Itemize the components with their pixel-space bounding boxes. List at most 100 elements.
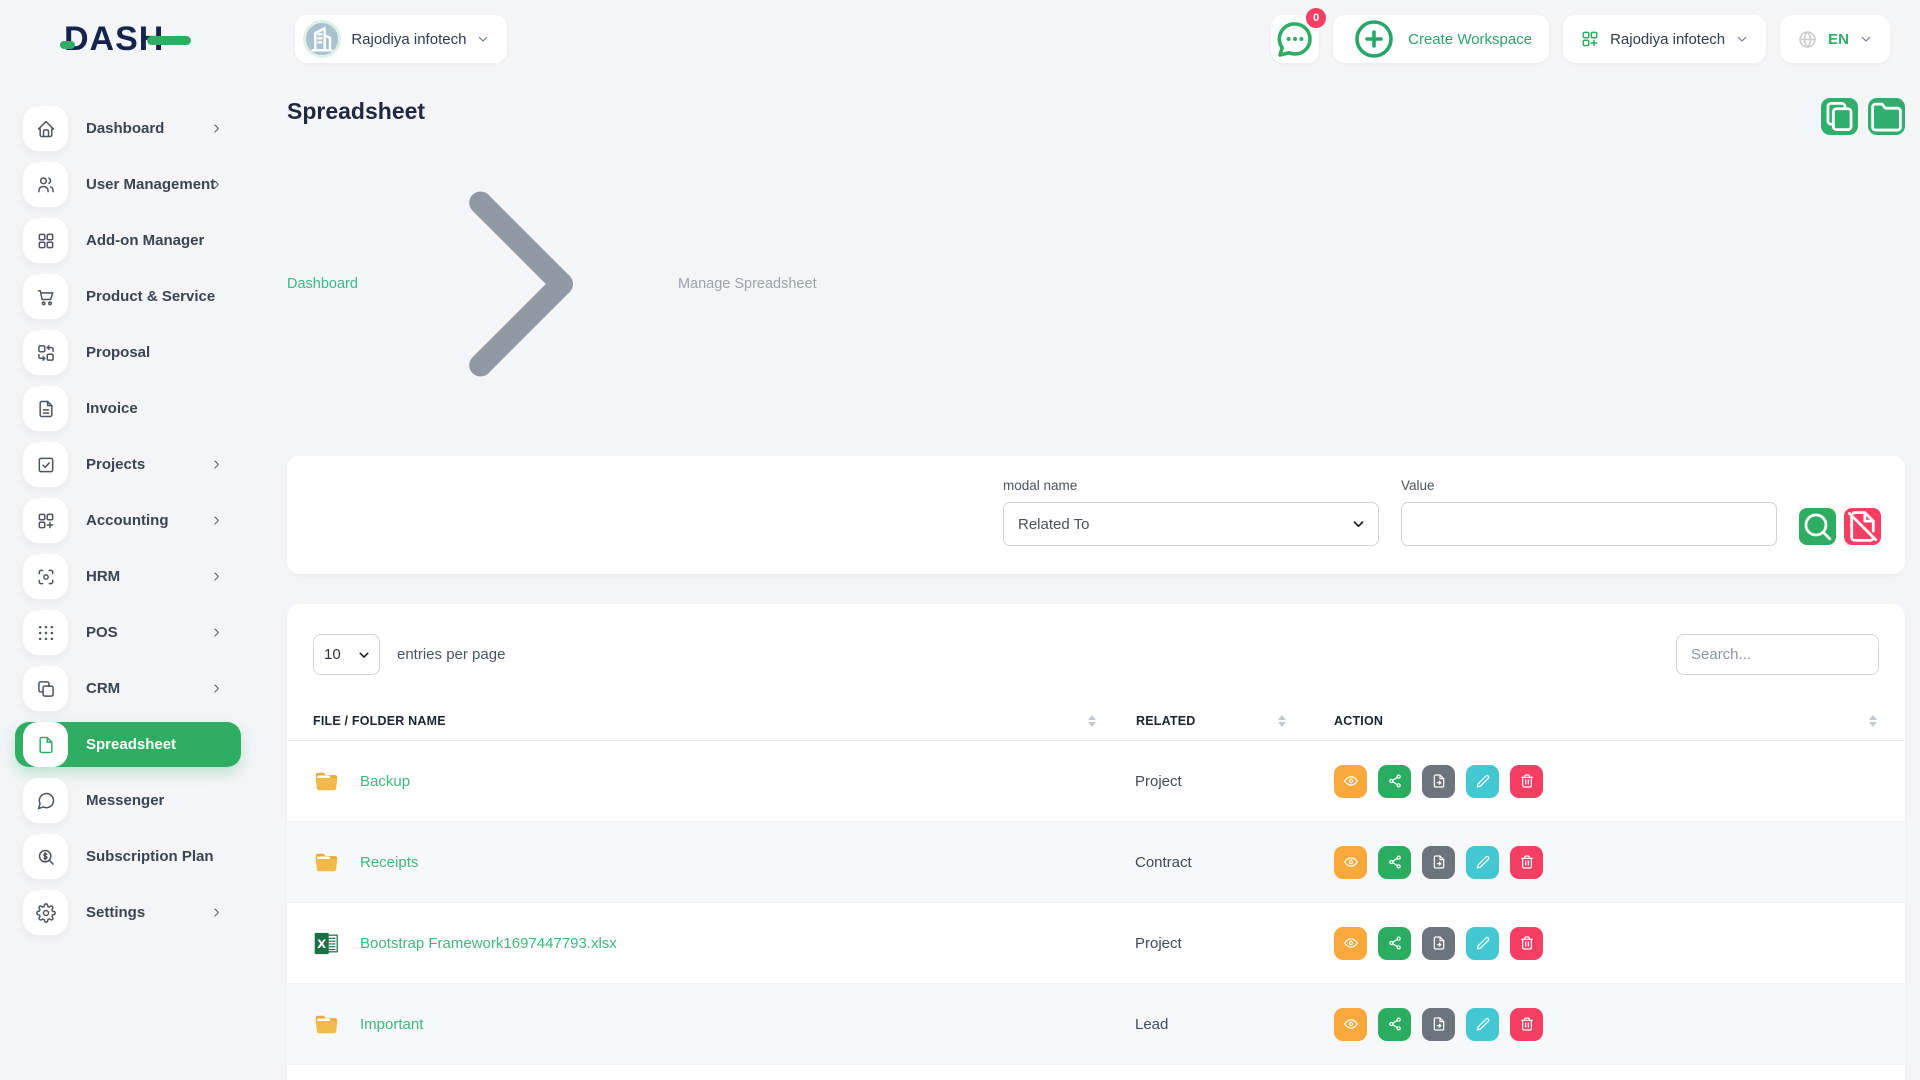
delete-action-button[interactable]: [1510, 927, 1543, 960]
related-cell: Lead: [1110, 1016, 1300, 1033]
view-action-button[interactable]: [1334, 1008, 1367, 1041]
excel-file-icon: X: [313, 930, 340, 957]
export-action-button[interactable]: [1422, 927, 1455, 960]
view-action-button[interactable]: [1334, 927, 1367, 960]
dots-grid-icon: [23, 610, 68, 655]
spreadsheet-table-card: 10 entries per page FILE / FOLDER NAME R…: [287, 604, 1905, 1080]
delete-action-button[interactable]: [1510, 1008, 1543, 1041]
chevron-down-icon: [476, 32, 490, 46]
folder-icon: [313, 768, 340, 795]
export-action-button[interactable]: [1422, 846, 1455, 879]
chevron-right-icon: [210, 906, 223, 919]
value-label: Value: [1401, 478, 1777, 493]
export-action-button[interactable]: [1422, 1008, 1455, 1041]
file-text-icon: [23, 386, 68, 431]
filter-reset-button[interactable]: [1844, 508, 1881, 545]
sidebar-item-product-service[interactable]: Product & Service: [15, 274, 241, 319]
entries-per-page-select[interactable]: 10: [313, 634, 380, 675]
plus-circle-icon: [1350, 15, 1398, 63]
sidebar-nav: Dashboard User Management Add-on Manager Pr…: [0, 72, 250, 1080]
table-search-input[interactable]: [1676, 634, 1879, 675]
sidebar-item-label: Dashboard: [86, 120, 164, 137]
manage-folder-button[interactable]: [1868, 98, 1905, 135]
search-dollar-icon: [23, 834, 68, 879]
chevron-down-icon: [1735, 32, 1749, 46]
edit-action-button[interactable]: [1466, 927, 1499, 960]
sidebar-item-label: Product & Service: [86, 288, 215, 305]
search-icon: [1799, 508, 1836, 545]
sort-icon[interactable]: [1088, 715, 1096, 727]
share-action-button[interactable]: [1378, 846, 1411, 879]
language-menu[interactable]: EN: [1780, 15, 1890, 63]
action-cell: [1300, 765, 1905, 798]
sidebar-item-subscription-plan[interactable]: Subscription Plan: [15, 834, 241, 879]
delete-action-button[interactable]: [1510, 846, 1543, 879]
model-select[interactable]: Related To: [1003, 502, 1379, 546]
header-actions: 0 Create Workspace Rajodiya infotech EN: [1271, 15, 1890, 63]
share-action-button[interactable]: [1378, 1008, 1411, 1041]
view-action-button[interactable]: [1334, 765, 1367, 798]
import-export-button[interactable]: [1821, 98, 1858, 135]
file-link[interactable]: Bootstrap Framework1697447793.xlsx: [360, 935, 617, 952]
sidebar-item-accounting[interactable]: Accounting: [15, 498, 241, 543]
sidebar-item-label: Accounting: [86, 512, 169, 529]
create-workspace-button[interactable]: Create Workspace: [1333, 15, 1549, 63]
column-header-action[interactable]: ACTION: [1300, 701, 1905, 740]
table-row: BackupProject: [287, 741, 1905, 822]
chevron-right-icon: [210, 178, 223, 191]
sidebar-item-crm[interactable]: CRM: [15, 666, 241, 711]
edit-action-button[interactable]: [1466, 1008, 1499, 1041]
delete-action-button[interactable]: [1510, 765, 1543, 798]
page-title: Spreadsheet: [287, 98, 817, 125]
sidebar-item-label: HRM: [86, 568, 120, 585]
grid-icon: [23, 218, 68, 263]
share-action-button[interactable]: [1378, 765, 1411, 798]
folder-icon: [313, 849, 340, 876]
table-body: BackupProjectReceiptsContractXBootstrap …: [287, 741, 1905, 1080]
sidebar-item-projects[interactable]: Projects: [15, 442, 241, 487]
export-action-button[interactable]: [1422, 765, 1455, 798]
sidebar-item-invoice[interactable]: Invoice: [15, 386, 241, 431]
chevron-right-icon: [210, 682, 223, 695]
chevron-right-icon: [210, 570, 223, 583]
messages-badge: 0: [1306, 8, 1326, 28]
filter-search-button[interactable]: [1799, 508, 1836, 545]
sort-icon[interactable]: [1869, 715, 1877, 727]
sidebar-item-settings[interactable]: Settings: [15, 890, 241, 935]
table-row: HolidayDeal: [287, 1065, 1905, 1080]
sidebar-item-proposal[interactable]: Proposal: [15, 330, 241, 375]
file-link[interactable]: Important: [360, 1016, 423, 1033]
view-action-button[interactable]: [1334, 846, 1367, 879]
main-content: Spreadsheet Dashboard Manage Spreadsheet…: [250, 72, 1920, 1080]
workspace-switcher[interactable]: Rajodiya infotech: [295, 15, 507, 63]
file-link[interactable]: Receipts: [360, 854, 418, 871]
breadcrumb-current: Manage Spreadsheet: [678, 276, 817, 292]
copy-file-icon: [1821, 98, 1858, 135]
sidebar-item-user-management[interactable]: User Management: [15, 162, 241, 207]
sidebar-item-pos[interactable]: POS: [15, 610, 241, 655]
file-link[interactable]: Backup: [360, 773, 410, 790]
messages-button[interactable]: 0: [1271, 15, 1319, 63]
edit-action-button[interactable]: [1466, 846, 1499, 879]
breadcrumb: Dashboard Manage Spreadsheet: [287, 134, 817, 434]
app-logo[interactable]: DASH: [64, 20, 191, 59]
folder-icon: [313, 1011, 340, 1038]
sidebar-item-label: CRM: [86, 680, 120, 697]
sidebar-item-add-on-manager[interactable]: Add-on Manager: [15, 218, 241, 263]
sort-icon[interactable]: [1278, 715, 1286, 727]
sidebar-item-dashboard[interactable]: Dashboard: [15, 106, 241, 151]
company-menu[interactable]: Rajodiya infotech: [1563, 15, 1766, 63]
sidebar-item-messenger[interactable]: Messenger: [15, 778, 241, 823]
swap-icon: [23, 330, 68, 375]
sidebar-item-spreadsheet[interactable]: Spreadsheet: [15, 722, 241, 767]
sidebar-item-label: Add-on Manager: [86, 232, 204, 249]
sidebar-item-hrm[interactable]: HRM: [15, 554, 241, 599]
chevron-right-icon: [210, 514, 223, 527]
value-input[interactable]: [1401, 502, 1777, 546]
edit-action-button[interactable]: [1466, 765, 1499, 798]
share-action-button[interactable]: [1378, 927, 1411, 960]
column-header-file-folder-name[interactable]: FILE / FOLDER NAME: [287, 701, 1110, 740]
column-header-related[interactable]: RELATED: [1110, 701, 1300, 740]
breadcrumb-dashboard-link[interactable]: Dashboard: [287, 276, 358, 292]
scan-icon: [23, 554, 68, 599]
